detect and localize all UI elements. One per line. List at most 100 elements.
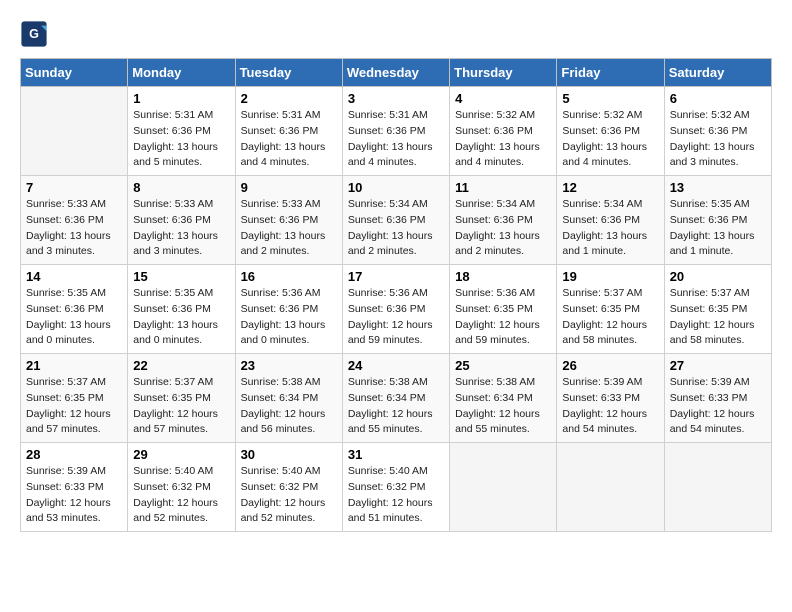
calendar-cell: 13 Sunrise: 5:35 AM Sunset: 6:36 PM Dayli…	[664, 176, 771, 265]
day-number: 29	[133, 447, 229, 462]
calendar-cell: 3 Sunrise: 5:31 AM Sunset: 6:36 PM Daylig…	[342, 87, 449, 176]
calendar-cell: 10 Sunrise: 5:34 AM Sunset: 6:36 PM Dayli…	[342, 176, 449, 265]
day-info: Sunrise: 5:32 AM Sunset: 6:36 PM Dayligh…	[670, 108, 766, 171]
calendar-cell: 31 Sunrise: 5:40 AM Sunset: 6:32 PM Dayli…	[342, 443, 449, 532]
calendar-cell: 16 Sunrise: 5:36 AM Sunset: 6:36 PM Dayli…	[235, 265, 342, 354]
calendar-cell: 7 Sunrise: 5:33 AM Sunset: 6:36 PM Daylig…	[21, 176, 128, 265]
day-info: Sunrise: 5:33 AM Sunset: 6:36 PM Dayligh…	[26, 197, 122, 260]
calendar-cell: 2 Sunrise: 5:31 AM Sunset: 6:36 PM Daylig…	[235, 87, 342, 176]
calendar-week-row: 14 Sunrise: 5:35 AM Sunset: 6:36 PM Dayli…	[21, 265, 772, 354]
weekday-header: Tuesday	[235, 59, 342, 87]
calendar-cell: 18 Sunrise: 5:36 AM Sunset: 6:35 PM Dayli…	[450, 265, 557, 354]
day-number: 13	[670, 180, 766, 195]
day-number: 16	[241, 269, 337, 284]
calendar-cell: 6Sunrise: 5:32 AM Sunset: 6:36 PM Daylig…	[664, 87, 771, 176]
calendar-cell	[664, 443, 771, 532]
day-number: 30	[241, 447, 337, 462]
day-info: Sunrise: 5:38 AM Sunset: 6:34 PM Dayligh…	[241, 375, 337, 438]
calendar-cell: 5 Sunrise: 5:32 AM Sunset: 6:36 PM Daylig…	[557, 87, 664, 176]
day-number: 11	[455, 180, 551, 195]
day-number: 26	[562, 358, 658, 373]
day-number: 24	[348, 358, 444, 373]
day-info: Sunrise: 5:33 AM Sunset: 6:36 PM Dayligh…	[133, 197, 229, 260]
day-info: Sunrise: 5:31 AM Sunset: 6:36 PM Dayligh…	[348, 108, 444, 171]
calendar-cell: 30 Sunrise: 5:40 AM Sunset: 6:32 PM Dayli…	[235, 443, 342, 532]
calendar-cell: 27 Sunrise: 5:39 AM Sunset: 6:33 PM Dayli…	[664, 354, 771, 443]
weekday-header: Sunday	[21, 59, 128, 87]
day-number: 17	[348, 269, 444, 284]
day-number: 2	[241, 91, 337, 106]
logo-icon: G	[20, 20, 48, 48]
day-info: Sunrise: 5:40 AM Sunset: 6:32 PM Dayligh…	[133, 464, 229, 527]
day-info: Sunrise: 5:34 AM Sunset: 6:36 PM Dayligh…	[348, 197, 444, 260]
day-number: 28	[26, 447, 122, 462]
day-info: Sunrise: 5:40 AM Sunset: 6:32 PM Dayligh…	[241, 464, 337, 527]
calendar-cell: 28Sunrise: 5:39 AM Sunset: 6:33 PM Dayli…	[21, 443, 128, 532]
day-info: Sunrise: 5:40 AM Sunset: 6:32 PM Dayligh…	[348, 464, 444, 527]
day-number: 20	[670, 269, 766, 284]
day-info: Sunrise: 5:35 AM Sunset: 6:36 PM Dayligh…	[26, 286, 122, 349]
day-info: Sunrise: 5:36 AM Sunset: 6:36 PM Dayligh…	[241, 286, 337, 349]
day-number: 12	[562, 180, 658, 195]
calendar-cell: 24 Sunrise: 5:38 AM Sunset: 6:34 PM Dayli…	[342, 354, 449, 443]
calendar-cell	[557, 443, 664, 532]
calendar-week-row: 1 Sunrise: 5:31 AM Sunset: 6:36 PM Daylig…	[21, 87, 772, 176]
day-number: 10	[348, 180, 444, 195]
day-info: Sunrise: 5:37 AM Sunset: 6:35 PM Dayligh…	[26, 375, 122, 438]
day-info: Sunrise: 5:37 AM Sunset: 6:35 PM Dayligh…	[562, 286, 658, 349]
calendar-week-row: 7 Sunrise: 5:33 AM Sunset: 6:36 PM Daylig…	[21, 176, 772, 265]
calendar-cell: 14 Sunrise: 5:35 AM Sunset: 6:36 PM Dayli…	[21, 265, 128, 354]
day-number: 9	[241, 180, 337, 195]
day-number: 4	[455, 91, 551, 106]
calendar-week-row: 28Sunrise: 5:39 AM Sunset: 6:33 PM Dayli…	[21, 443, 772, 532]
day-info: Sunrise: 5:34 AM Sunset: 6:36 PM Dayligh…	[455, 197, 551, 260]
calendar-cell	[450, 443, 557, 532]
calendar-cell: 1 Sunrise: 5:31 AM Sunset: 6:36 PM Daylig…	[128, 87, 235, 176]
calendar-table: SundayMondayTuesdayWednesdayThursdayFrid…	[20, 58, 772, 532]
day-info: Sunrise: 5:35 AM Sunset: 6:36 PM Dayligh…	[670, 197, 766, 260]
day-number: 7	[26, 180, 122, 195]
calendar-cell: 19 Sunrise: 5:37 AM Sunset: 6:35 PM Dayli…	[557, 265, 664, 354]
day-number: 5	[562, 91, 658, 106]
day-info: Sunrise: 5:35 AM Sunset: 6:36 PM Dayligh…	[133, 286, 229, 349]
calendar-cell: 22 Sunrise: 5:37 AM Sunset: 6:35 PM Dayli…	[128, 354, 235, 443]
day-info: Sunrise: 5:31 AM Sunset: 6:36 PM Dayligh…	[241, 108, 337, 171]
day-number: 18	[455, 269, 551, 284]
calendar-cell: 9 Sunrise: 5:33 AM Sunset: 6:36 PM Daylig…	[235, 176, 342, 265]
calendar-cell: 29 Sunrise: 5:40 AM Sunset: 6:32 PM Dayli…	[128, 443, 235, 532]
day-info: Sunrise: 5:31 AM Sunset: 6:36 PM Dayligh…	[133, 108, 229, 171]
calendar-cell: 21Sunrise: 5:37 AM Sunset: 6:35 PM Dayli…	[21, 354, 128, 443]
calendar-cell: 26 Sunrise: 5:39 AM Sunset: 6:33 PM Dayli…	[557, 354, 664, 443]
calendar-cell: 25Sunrise: 5:38 AM Sunset: 6:34 PM Dayli…	[450, 354, 557, 443]
calendar-cell: 20 Sunrise: 5:37 AM Sunset: 6:35 PM Dayli…	[664, 265, 771, 354]
day-info: Sunrise: 5:38 AM Sunset: 6:34 PM Dayligh…	[348, 375, 444, 438]
day-number: 22	[133, 358, 229, 373]
svg-text:G: G	[29, 27, 39, 41]
weekday-header-row: SundayMondayTuesdayWednesdayThursdayFrid…	[21, 59, 772, 87]
day-info: Sunrise: 5:37 AM Sunset: 6:35 PM Dayligh…	[670, 286, 766, 349]
calendar-week-row: 21Sunrise: 5:37 AM Sunset: 6:35 PM Dayli…	[21, 354, 772, 443]
day-info: Sunrise: 5:33 AM Sunset: 6:36 PM Dayligh…	[241, 197, 337, 260]
weekday-header: Thursday	[450, 59, 557, 87]
day-number: 31	[348, 447, 444, 462]
calendar-cell: 12Sunrise: 5:34 AM Sunset: 6:36 PM Dayli…	[557, 176, 664, 265]
day-number: 15	[133, 269, 229, 284]
day-number: 1	[133, 91, 229, 106]
day-info: Sunrise: 5:38 AM Sunset: 6:34 PM Dayligh…	[455, 375, 551, 438]
calendar-cell	[21, 87, 128, 176]
weekday-header: Saturday	[664, 59, 771, 87]
day-info: Sunrise: 5:39 AM Sunset: 6:33 PM Dayligh…	[670, 375, 766, 438]
page-header: G	[20, 20, 772, 48]
day-number: 27	[670, 358, 766, 373]
weekday-header: Friday	[557, 59, 664, 87]
calendar-cell: 11 Sunrise: 5:34 AM Sunset: 6:36 PM Dayli…	[450, 176, 557, 265]
calendar-cell: 8Sunrise: 5:33 AM Sunset: 6:36 PM Daylig…	[128, 176, 235, 265]
day-info: Sunrise: 5:37 AM Sunset: 6:35 PM Dayligh…	[133, 375, 229, 438]
day-info: Sunrise: 5:39 AM Sunset: 6:33 PM Dayligh…	[562, 375, 658, 438]
day-info: Sunrise: 5:32 AM Sunset: 6:36 PM Dayligh…	[562, 108, 658, 171]
day-info: Sunrise: 5:36 AM Sunset: 6:35 PM Dayligh…	[455, 286, 551, 349]
weekday-header: Monday	[128, 59, 235, 87]
day-number: 3	[348, 91, 444, 106]
day-number: 19	[562, 269, 658, 284]
day-number: 14	[26, 269, 122, 284]
